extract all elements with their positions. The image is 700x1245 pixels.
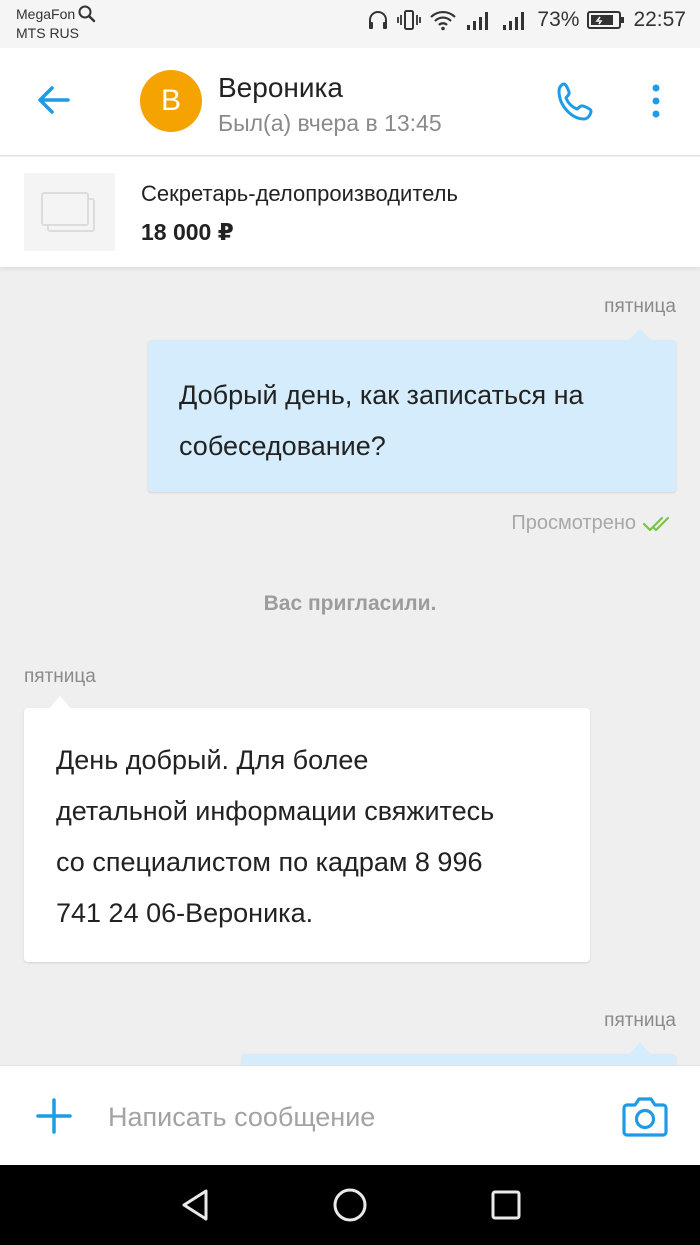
- contact-name[interactable]: Вероника: [218, 72, 343, 104]
- phone-icon: [557, 82, 593, 121]
- message-text-line: детальной информации свяжитесь: [56, 796, 495, 826]
- square-recents-icon: [491, 1190, 521, 1220]
- chat-header: В Вероника Был(а) вчера в 13:45: [0, 48, 700, 156]
- vacancy-salary: 18 000 ₽: [141, 219, 234, 245]
- headphones-icon: [369, 11, 388, 29]
- bubble-tail: [48, 696, 72, 710]
- arrow-left-icon: [38, 86, 70, 114]
- day-separator: пятница: [604, 1010, 676, 1031]
- circle-home-icon: [333, 1188, 367, 1222]
- bubble-tail: [628, 1042, 652, 1056]
- carrier-primary: MegaFon: [16, 5, 76, 22]
- call-button[interactable]: [552, 78, 600, 126]
- read-receipt: Просмотрено: [511, 512, 676, 535]
- message-input[interactable]: [108, 1094, 588, 1140]
- outgoing-message[interactable]: [242, 1042, 676, 1065]
- battery-charging-icon: [587, 11, 625, 29]
- more-vertical-icon: [652, 84, 660, 118]
- attach-button[interactable]: [34, 1096, 74, 1136]
- day-separator: пятница: [24, 666, 96, 687]
- status-icons: 73% 22:57: [367, 8, 686, 32]
- signal-icon-2: [503, 12, 525, 30]
- bubble-tail: [628, 328, 652, 342]
- status-bar: MegaFon MTS RUS 73% 22:57: [0, 0, 700, 48]
- carrier-secondary: MTS RUS: [16, 25, 79, 41]
- vacancy-card[interactable]: Секретарь-делопроизводитель 18 000 ₽: [0, 157, 700, 267]
- triangle-back-icon: [182, 1189, 208, 1221]
- back-button[interactable]: [34, 80, 74, 120]
- battery-percent: 73%: [537, 8, 580, 31]
- vacancy-title: Секретарь-делопроизводитель: [141, 181, 458, 206]
- search-icon: [78, 5, 96, 23]
- message-text-line: 741 24 06-Вероника.: [56, 898, 314, 928]
- nav-recents-button[interactable]: [486, 1185, 526, 1225]
- carrier-info: MegaFon MTS RUS: [16, 4, 97, 43]
- system-message: Вас пригласили.: [263, 592, 437, 615]
- day-separator: пятница: [604, 296, 676, 317]
- signal-icon: [467, 12, 489, 30]
- nav-back-button[interactable]: [176, 1185, 216, 1225]
- vacancy-thumbnail: [24, 173, 115, 251]
- incoming-message[interactable]: День добрый. Для более детальной информа…: [24, 696, 590, 962]
- avatar[interactable]: В: [140, 70, 202, 132]
- clock: 22:57: [633, 8, 686, 31]
- plus-icon: [36, 1098, 72, 1134]
- message-list[interactable]: пятница Добрый день, как записаться на с…: [0, 268, 700, 1065]
- outgoing-message[interactable]: Добрый день, как записаться на собеседов…: [148, 328, 676, 492]
- double-check-icon: [642, 516, 670, 531]
- contact-last-seen: Был(а) вчера в 13:45: [218, 110, 442, 136]
- message-text-line: собеседование?: [179, 431, 386, 461]
- message-text-line: День добрый. Для более: [56, 745, 369, 775]
- wifi-icon: [430, 10, 457, 31]
- system-navigation-bar: [0, 1165, 700, 1245]
- camera-button[interactable]: [620, 1094, 670, 1140]
- message-text-line: со специалистом по кадрам 8 996: [56, 847, 483, 877]
- message-text-line: Добрый день, как записаться на: [179, 380, 584, 410]
- read-receipt-label: Просмотрено: [511, 512, 636, 534]
- image-placeholder-icon: [41, 192, 95, 232]
- vibrate-icon: [397, 10, 422, 30]
- camera-icon: [622, 1097, 668, 1137]
- more-menu-button[interactable]: [640, 80, 672, 124]
- nav-home-button[interactable]: [330, 1185, 370, 1225]
- message-composer: [0, 1065, 700, 1165]
